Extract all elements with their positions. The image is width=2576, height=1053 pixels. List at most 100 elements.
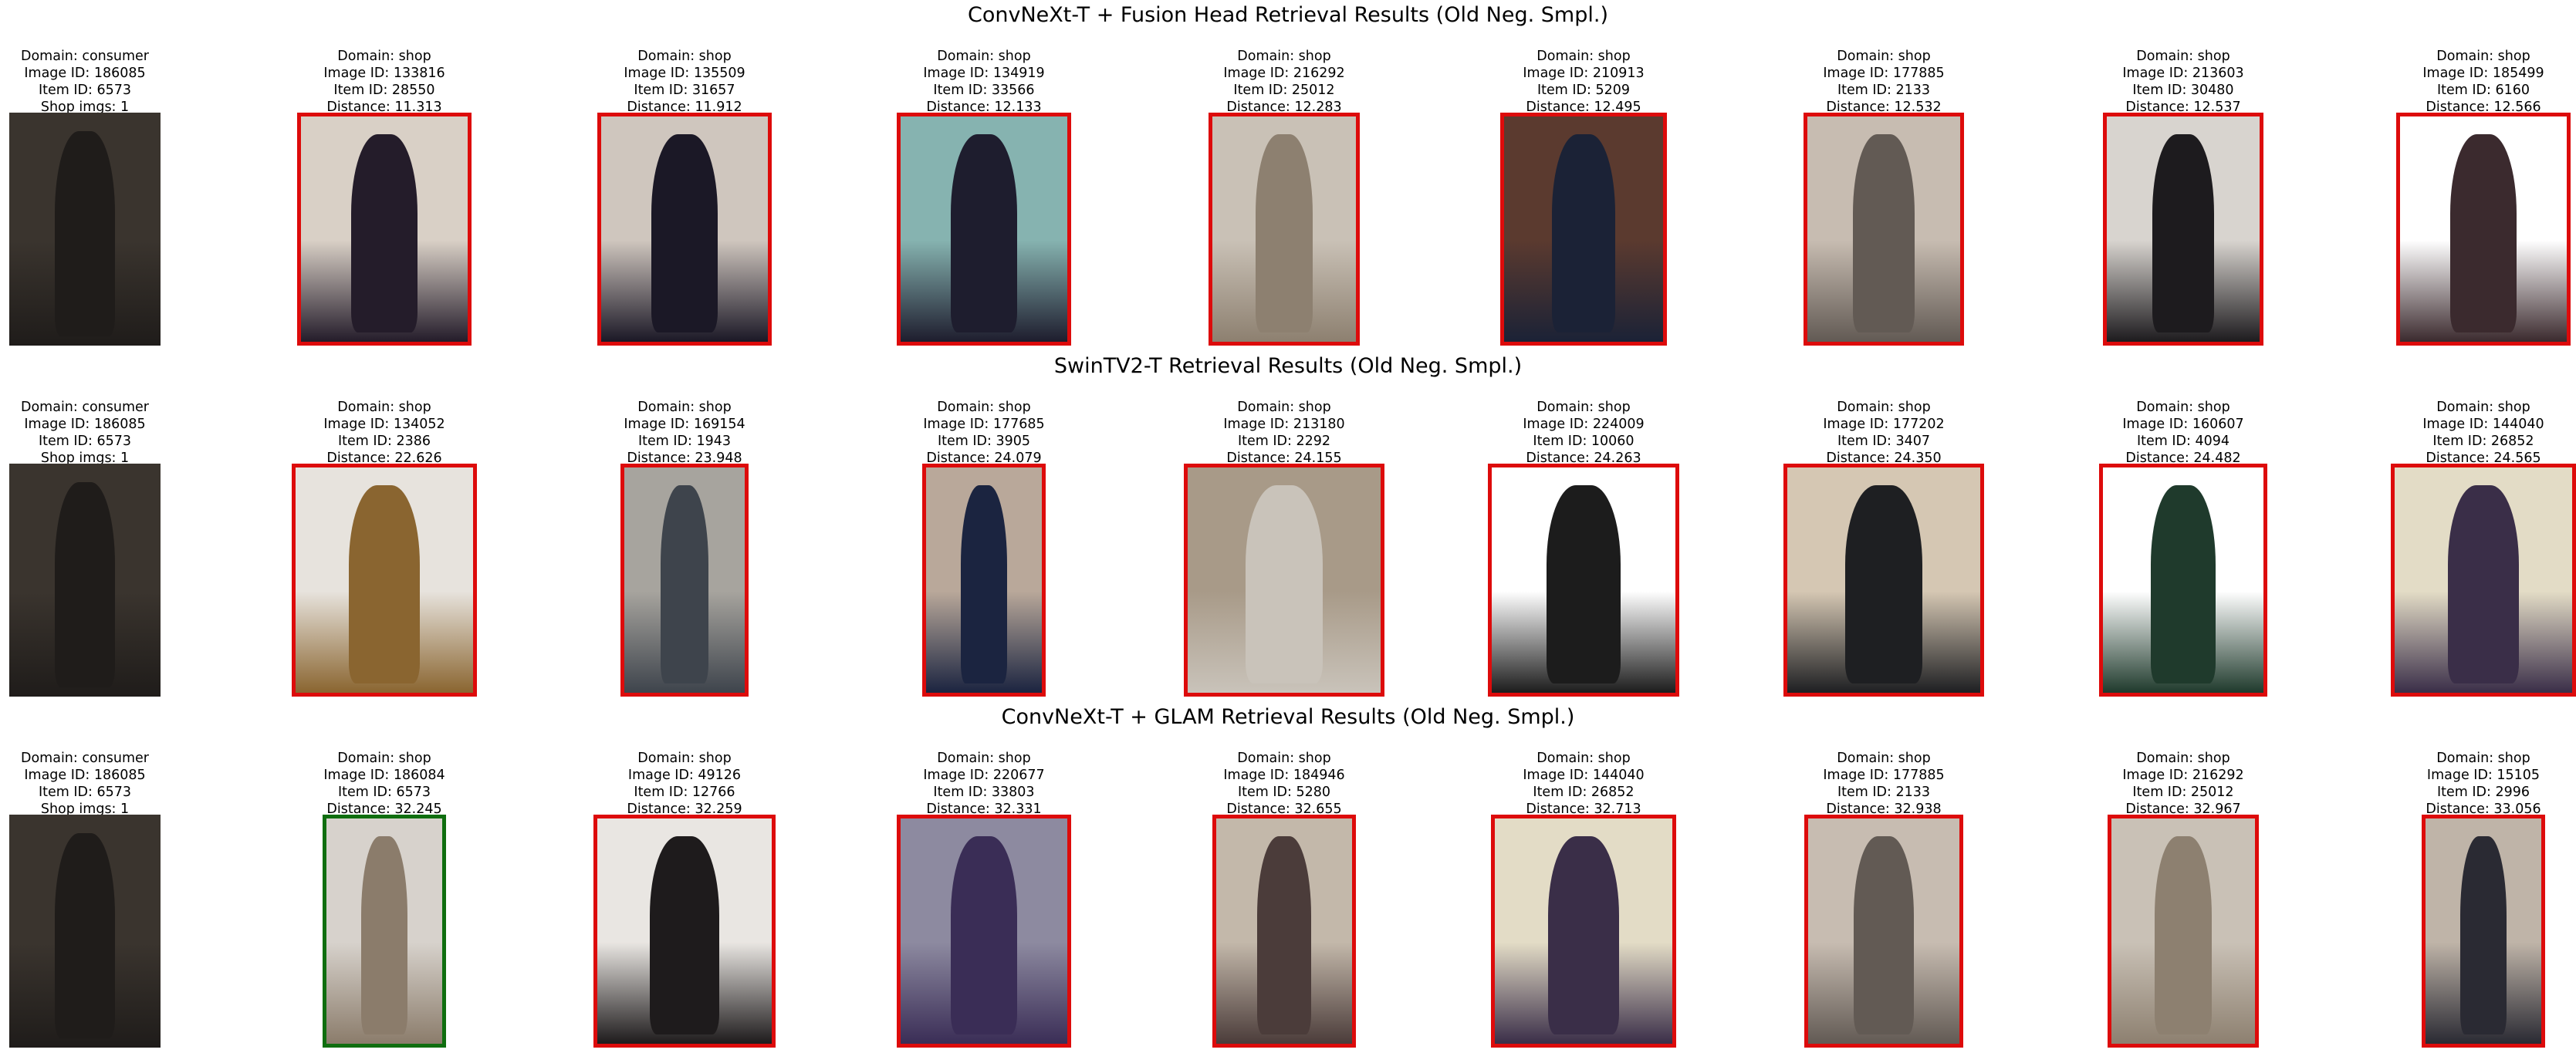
product-photo [1216, 818, 1352, 1044]
caption-domain: Domain: shop [1237, 400, 1331, 415]
row-title: SwinTV2-T Retrieval Results (Old Neg. Sm… [1053, 354, 1523, 378]
caption-item-id: Item ID: 2133 [1837, 83, 1931, 98]
garment-figure [1551, 134, 1616, 333]
result-image-incorrect-match[interactable] [1184, 464, 1384, 697]
result-image-incorrect-match[interactable] [897, 815, 1071, 1048]
caption-image-id: Image ID: 134052 [323, 417, 445, 432]
product-photo [1188, 467, 1381, 693]
result-caption: Domain: shop Image ID: 210913 Item ID: 520… [1476, 48, 1692, 116]
result-image-incorrect-match[interactable] [1212, 815, 1356, 1048]
result-image-incorrect-match[interactable] [1804, 815, 1963, 1048]
result-caption: Domain: shop Image ID: 169154 Item ID: 194… [576, 399, 793, 467]
product-photo [326, 818, 442, 1044]
result-image-incorrect-match[interactable] [2103, 113, 2263, 346]
result-image-incorrect-match[interactable] [897, 113, 1071, 346]
caption-image-id: Image ID: 177885 [1823, 768, 1945, 783]
caption-item-id: Item ID: 33803 [933, 785, 1035, 800]
product-photo [1787, 467, 1980, 693]
caption-item-id: Item ID: 6573 [38, 83, 132, 98]
result-caption: Domain: shop Image ID: 134052 Item ID: 238… [276, 399, 492, 467]
caption-image-id: Image ID: 186084 [323, 768, 445, 783]
product-photo [296, 467, 473, 693]
result-image-incorrect-match[interactable] [2099, 464, 2267, 697]
result-image-incorrect-match[interactable] [297, 113, 472, 346]
garment-figure [1246, 485, 1323, 684]
product-photo [2400, 116, 2567, 342]
caption-image-id: Image ID: 213180 [1223, 417, 1345, 432]
result-image-incorrect-match[interactable] [2391, 464, 2576, 697]
caption-domain: Domain: shop [2136, 751, 2230, 766]
result-image-incorrect-match[interactable] [597, 113, 772, 346]
caption-item-id: Item ID: 6573 [38, 434, 132, 449]
caption-item-id: Item ID: 5209 [1536, 83, 1631, 98]
result-image-incorrect-match[interactable] [1209, 113, 1360, 346]
caption-image-id: Image ID: 185499 [2422, 66, 2544, 81]
result-caption: Domain: shop Image ID: 186084 Item ID: 657… [276, 750, 492, 818]
caption-image-id: Image ID: 186085 [24, 768, 146, 783]
caption-item-id: Item ID: 3905 [937, 434, 1031, 449]
result-image-incorrect-match[interactable] [2108, 815, 2259, 1048]
garment-figure [349, 485, 420, 684]
caption-item-id: Item ID: 25012 [2132, 785, 2234, 800]
product-photo [1495, 818, 1672, 1044]
caption-image-id: Image ID: 224009 [1523, 417, 1645, 432]
caption-item-id: Item ID: 6573 [38, 785, 132, 800]
result-image-incorrect-match[interactable] [292, 464, 477, 697]
product-photo [926, 467, 1042, 693]
caption-item-id: Item ID: 25012 [1233, 83, 1335, 98]
caption-image-id: Image ID: 186085 [24, 417, 146, 432]
query-image[interactable] [9, 815, 161, 1048]
garment-figure [54, 482, 116, 687]
caption-domain: Domain: shop [2436, 400, 2530, 415]
result-image-incorrect-match[interactable] [2422, 815, 2545, 1048]
caption-domain: Domain: shop [937, 751, 1031, 766]
caption-domain: Domain: shop [2436, 49, 2530, 64]
result-caption: Domain: shop Image ID: 144040 Item ID: 268… [2375, 399, 2576, 467]
result-caption: Domain: shop Image ID: 216292 Item ID: 250… [1176, 48, 1392, 116]
garment-figure [2448, 485, 2519, 684]
result-image-incorrect-match[interactable] [2396, 113, 2571, 346]
garment-figure [1547, 485, 1621, 684]
result-image-correct-match[interactable] [323, 815, 446, 1048]
product-photo [1492, 467, 1675, 693]
caption-image-id: Image ID: 216292 [1223, 66, 1345, 81]
caption-domain: Domain: shop [337, 49, 431, 64]
caption-item-id: Item ID: 31657 [634, 83, 735, 98]
product-photo [9, 113, 161, 346]
result-image-incorrect-match[interactable] [922, 464, 1046, 697]
result-caption: Domain: shop Image ID: 49126 Item ID: 1276… [576, 750, 793, 818]
caption-domain: Domain: shop [637, 751, 732, 766]
caption-item-id: Item ID: 6160 [2436, 83, 2530, 98]
result-image-incorrect-match[interactable] [593, 815, 776, 1048]
query-caption: Domain: consumer Image ID: 186085 Item ID:… [0, 750, 193, 818]
caption-domain: Domain: consumer [20, 751, 149, 766]
caption-image-id: Image ID: 177202 [1823, 417, 1945, 432]
caption-image-id: Image ID: 49126 [627, 768, 742, 783]
result-image-incorrect-match[interactable] [1488, 464, 1679, 697]
caption-item-id: Item ID: 2133 [1837, 785, 1931, 800]
product-photo [9, 815, 161, 1048]
caption-domain: Domain: shop [1237, 751, 1331, 766]
caption-item-id: Item ID: 2996 [2436, 785, 2530, 800]
product-photo [901, 116, 1067, 342]
result-image-incorrect-match[interactable] [620, 464, 749, 697]
caption-image-id: Image ID: 144040 [1523, 768, 1645, 783]
caption-item-id: Item ID: 4094 [2136, 434, 2230, 449]
caption-image-id: Image ID: 216292 [2122, 768, 2244, 783]
result-image-incorrect-match[interactable] [1491, 815, 1676, 1048]
result-caption: Domain: shop Image ID: 144040 Item ID: 268… [1476, 750, 1692, 818]
caption-item-id: Item ID: 30480 [2132, 83, 2234, 98]
result-image-incorrect-match[interactable] [1783, 464, 1984, 697]
caption-domain: Domain: shop [2136, 400, 2230, 415]
result-image-incorrect-match[interactable] [1500, 113, 1667, 346]
result-caption: Domain: shop Image ID: 213180 Item ID: 229… [1176, 399, 1392, 467]
caption-domain: Domain: shop [1536, 751, 1631, 766]
product-photo [2107, 116, 2260, 342]
garment-figure [2449, 134, 2517, 333]
garment-figure [2152, 134, 2214, 333]
caption-domain: Domain: shop [2136, 49, 2230, 64]
result-image-incorrect-match[interactable] [1804, 113, 1964, 346]
query-image[interactable] [9, 113, 161, 346]
caption-item-id: Item ID: 33566 [933, 83, 1035, 98]
query-image[interactable] [9, 464, 161, 697]
